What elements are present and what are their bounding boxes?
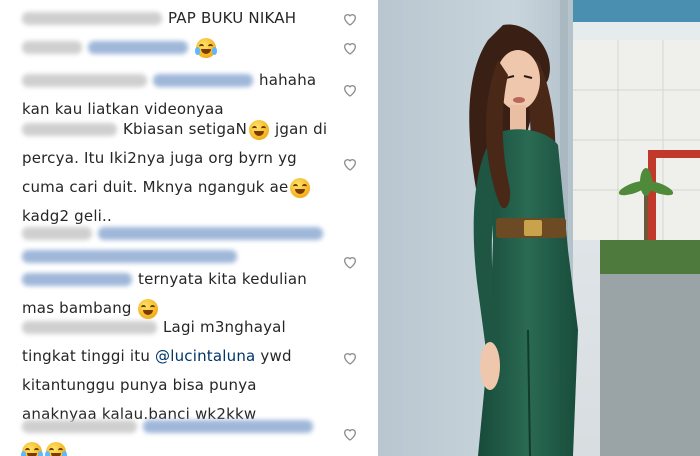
comment-text: ywd xyxy=(255,347,292,365)
blurred-username xyxy=(22,227,92,240)
comment-item xyxy=(22,33,342,62)
blurred-mention xyxy=(22,273,132,286)
heart-icon[interactable] xyxy=(342,82,358,98)
comment-item xyxy=(21,412,342,456)
comment-text: cuma cari duit. Mknya nganguk ae xyxy=(22,178,289,196)
blurred-mention xyxy=(22,250,237,263)
blurred-mention xyxy=(98,227,323,240)
comment-text: jgan di xyxy=(275,120,328,138)
comment-text: Lagi m3nghayal xyxy=(163,318,286,336)
comment-text: ternyata kita kedulian xyxy=(138,270,307,288)
photo-illustration xyxy=(378,0,700,456)
grinning-emoji-icon xyxy=(290,177,311,198)
heart-icon[interactable] xyxy=(342,426,358,442)
comment-text: hahaha xyxy=(259,71,317,89)
crying-emoji-icon xyxy=(21,441,43,456)
blurred-username xyxy=(22,123,117,136)
comment-text: tingkat tinggi itu xyxy=(22,347,155,365)
comments-panel: PAP BUKU NIKAH hahaha kan kau liatkan vi… xyxy=(0,0,378,456)
blurred-username xyxy=(22,321,157,334)
blurred-username xyxy=(22,12,162,25)
heart-icon[interactable] xyxy=(342,350,358,366)
woman-in-green-outfit-photo xyxy=(378,0,700,456)
comment-text: kitantunggu punya bisa punya xyxy=(22,376,257,394)
heart-icon[interactable] xyxy=(342,254,358,270)
blurred-mention xyxy=(143,420,313,433)
mention-link[interactable]: @lucintaluna xyxy=(155,347,255,365)
blurred-mention xyxy=(153,74,253,87)
grinning-sweat-emoji-icon xyxy=(249,119,270,140)
crying-emoji-icon xyxy=(45,441,67,456)
heart-icon[interactable] xyxy=(342,156,358,172)
blurred-username xyxy=(22,41,82,54)
blurred-username xyxy=(22,420,137,433)
comment-text: PAP BUKU NIKAH xyxy=(168,9,297,27)
comment-item: ternyata kita kedulian mas bambang xyxy=(22,219,342,323)
comment-item: Kbiasan setigaN jgan di percya. Itu Iki2n… xyxy=(22,115,342,231)
blurred-username xyxy=(22,74,147,87)
crying-emoji-icon xyxy=(195,37,217,58)
blurred-mention xyxy=(88,41,188,54)
heart-icon[interactable] xyxy=(342,40,358,56)
comment-text: percya. Itu Iki2nya juga org byrn yg xyxy=(22,149,297,167)
comment-item: PAP BUKU NIKAH xyxy=(22,4,342,33)
heart-icon[interactable] xyxy=(342,11,358,27)
comment-text: Kbiasan setigaN xyxy=(123,120,248,138)
